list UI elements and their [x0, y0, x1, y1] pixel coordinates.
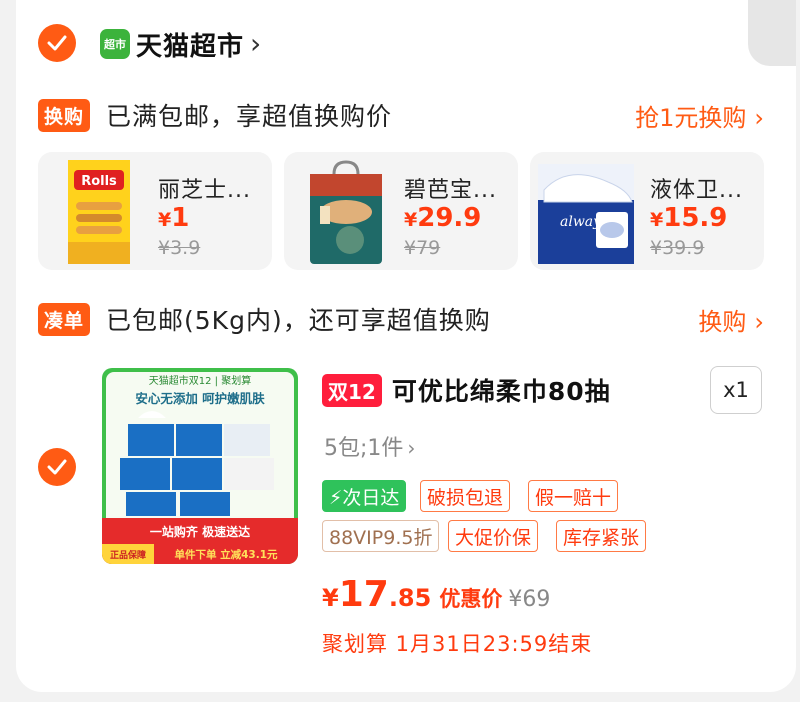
- store-select-checkbox[interactable]: [38, 24, 76, 62]
- price-decimal: .85: [388, 584, 432, 612]
- price-value: 29.9: [417, 203, 482, 233]
- exchange-item-original-price: ¥39.9: [650, 237, 705, 259]
- exchange-item-3[interactable]: always 液体卫... ¥15.9 ¥39.9: [530, 152, 764, 270]
- exchange-item-2[interactable]: 碧芭宝... ¥29.9 ¥79: [284, 152, 518, 270]
- svg-text:天猫超市双12 | 聚划算: 天猫超市双12 | 聚划算: [149, 374, 251, 387]
- product-select-checkbox[interactable]: [38, 448, 76, 486]
- original-price: ¥69: [508, 587, 551, 612]
- sku-text: 5包;1件: [324, 436, 404, 461]
- wipes-product-image: 天猫超市双12 | 聚划算 安心无添加 呵护嫩肌肤 一站购齐 极速送达 正品保障…: [102, 368, 298, 564]
- chevron-right-icon: ›: [754, 307, 764, 336]
- store-logo-text: 超市: [104, 38, 126, 51]
- exchange-link[interactable]: 抢1元换购 ›: [635, 98, 764, 133]
- exchange-item-price: ¥29.9: [404, 203, 481, 233]
- tag-damage-return: 破损包退: [420, 480, 511, 512]
- currency-symbol: ¥: [404, 209, 418, 231]
- exchange-item-original-price: ¥3.9: [158, 237, 201, 259]
- exchange-item-1[interactable]: Rolls 丽芝士... ¥1 ¥3.9: [38, 152, 272, 270]
- product-title-row[interactable]: 双12 可优比绵柔巾80抽: [322, 372, 611, 408]
- tag-fake-compensation: 假一赔十: [528, 480, 619, 512]
- tag-88vip: 88VIP9.5折: [322, 520, 440, 552]
- tag-next-day: ⚡次日达: [322, 480, 407, 512]
- scroll-edge-tab: [748, 0, 796, 66]
- price-value: 1: [171, 203, 190, 233]
- chevron-right-icon: ›: [754, 103, 764, 132]
- chevron-right-icon: ›: [250, 27, 262, 60]
- svg-text:单件下单 立减43.1元: 单件下单 立减43.1元: [174, 548, 278, 561]
- store-name: 天猫超市: [136, 31, 245, 62]
- rolls-product-image: Rolls: [68, 160, 130, 264]
- currency-symbol: ¥: [322, 584, 339, 612]
- exchange-item-original-price: ¥79: [404, 237, 441, 259]
- product-price: ¥ 17 .85 优惠价 ¥69: [322, 574, 550, 615]
- chevron-right-icon: ›: [407, 436, 416, 460]
- price-integer: 17: [338, 574, 389, 615]
- svg-text:正品保障: 正品保障: [110, 549, 146, 561]
- exchange-message: 已满包邮，享超值换购价: [106, 102, 393, 131]
- check-icon: [47, 459, 67, 475]
- price-value: 15.9: [663, 203, 728, 233]
- exchange-row: 换购 已满包邮，享超值换购价 抢1元换购 ›: [38, 98, 764, 132]
- tmall-supermarket-logo: 超市: [100, 29, 130, 59]
- exchange-link-label: 抢1元换购: [635, 103, 747, 132]
- exchange-item-name: 液体卫...: [650, 178, 743, 203]
- combine-exchange-link[interactable]: 换购 ›: [698, 302, 764, 337]
- promotion-deadline: 聚划算 1月31日23:59结束: [322, 632, 593, 656]
- store-link[interactable]: 超市 天猫超市 ›: [100, 24, 261, 64]
- svg-text:安心无添加 呵护嫩肌肤: 安心无添加 呵护嫩肌肤: [135, 391, 265, 406]
- product-image[interactable]: 天猫超市双12 | 聚划算 安心无添加 呵护嫩肌肤 一站购齐 极速送达 正品保障…: [102, 368, 298, 564]
- discount-price-label: 优惠价: [439, 587, 503, 611]
- combine-row: 凑单 已包邮(5Kg内)，还可享超值换购 换购 ›: [38, 302, 764, 336]
- double12-badge: 双12: [322, 373, 382, 407]
- exchange-item-name: 碧芭宝...: [404, 178, 497, 203]
- tag-price-protect: 大促价保: [448, 520, 539, 552]
- exchange-item-price: ¥15.9: [650, 203, 727, 233]
- product-title: 可优比绵柔巾80抽: [391, 377, 611, 406]
- combine-message: 已包邮(5Kg内)，还可享超值换购: [106, 306, 491, 335]
- combine-link-label: 换购: [698, 307, 747, 336]
- sku-selector[interactable]: 5包;1件 ›: [324, 430, 415, 462]
- svg-text:一站购齐 极速送达: 一站购齐 极速送达: [150, 524, 250, 539]
- currency-symbol: ¥: [158, 209, 172, 231]
- exchange-item-name: 丽芝士...: [158, 178, 251, 203]
- currency-symbol: ¥: [650, 209, 664, 231]
- quantity-selector[interactable]: x1: [710, 366, 762, 414]
- tag-low-stock: 库存紧张: [556, 520, 647, 552]
- bibabao-product-image: [310, 160, 382, 264]
- check-icon: [47, 35, 67, 51]
- exchange-tag: 换购: [38, 98, 91, 132]
- svg-text:Rolls: Rolls: [81, 174, 117, 189]
- combine-tag: 凑单: [38, 302, 91, 336]
- always-product-image: always: [538, 164, 634, 264]
- exchange-item-price: ¥1: [158, 203, 189, 233]
